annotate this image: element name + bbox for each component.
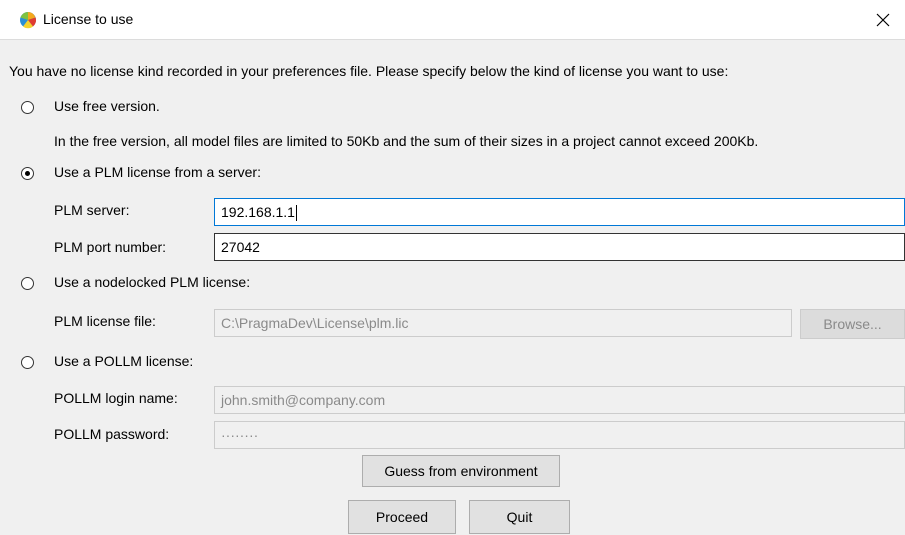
pollm-password-value: ········ [221,427,259,443]
plm-server-label: PLM server: [54,202,130,218]
plm-server-option-label[interactable]: Use a PLM license from a server: [54,164,261,180]
title-bar: License to use [0,0,905,40]
pollm-option-label[interactable]: Use a POLLM license: [54,353,193,369]
plm-port-input[interactable]: 27042 [214,233,905,261]
plm-server-input[interactable]: 192.168.1.1 [214,198,905,226]
pollm-radio[interactable] [21,356,34,369]
pollm-login-label: POLLM login name: [54,390,178,406]
nodelocked-radio[interactable] [21,277,34,290]
pollm-login-input[interactable]: john.smith@company.com [214,386,905,414]
plm-server-value: 192.168.1.1 [221,204,295,220]
free-version-description: In the free version, all model files are… [54,133,759,149]
text-caret [295,205,297,222]
free-version-radio[interactable] [21,101,34,114]
pragmadev-app-icon [20,12,36,29]
plm-port-value: 27042 [221,239,260,255]
quit-button-label: Quit [506,509,533,525]
window-title: License to use [43,11,134,27]
guess-button-label: Guess from environment [384,463,538,479]
intro-text: You have no license kind recorded in you… [9,63,729,79]
close-icon [876,13,890,27]
plm-server-radio[interactable] [21,167,34,180]
pollm-password-label: POLLM password: [54,426,170,442]
radio-selected-dot [25,171,30,176]
plm-port-label: PLM port number: [54,239,167,255]
proceed-button-label: Proceed [375,509,429,525]
quit-button[interactable]: Quit [469,500,570,534]
browse-button-label: Browse... [823,316,882,332]
plm-license-file-label: PLM license file: [54,313,156,329]
proceed-button[interactable]: Proceed [348,500,456,534]
guess-from-environment-button[interactable]: Guess from environment [362,455,560,487]
browse-button[interactable]: Browse... [800,309,905,339]
nodelocked-option-label[interactable]: Use a nodelocked PLM license: [54,274,250,290]
close-button[interactable] [861,0,905,40]
plm-license-file-value: C:\PragmaDev\License\plm.lic [221,315,409,331]
pollm-login-value: john.smith@company.com [221,392,386,408]
free-version-label[interactable]: Use free version. [54,98,160,114]
pollm-password-input[interactable]: ········ [214,421,905,449]
plm-license-file-input[interactable]: C:\PragmaDev\License\plm.lic [214,309,792,337]
